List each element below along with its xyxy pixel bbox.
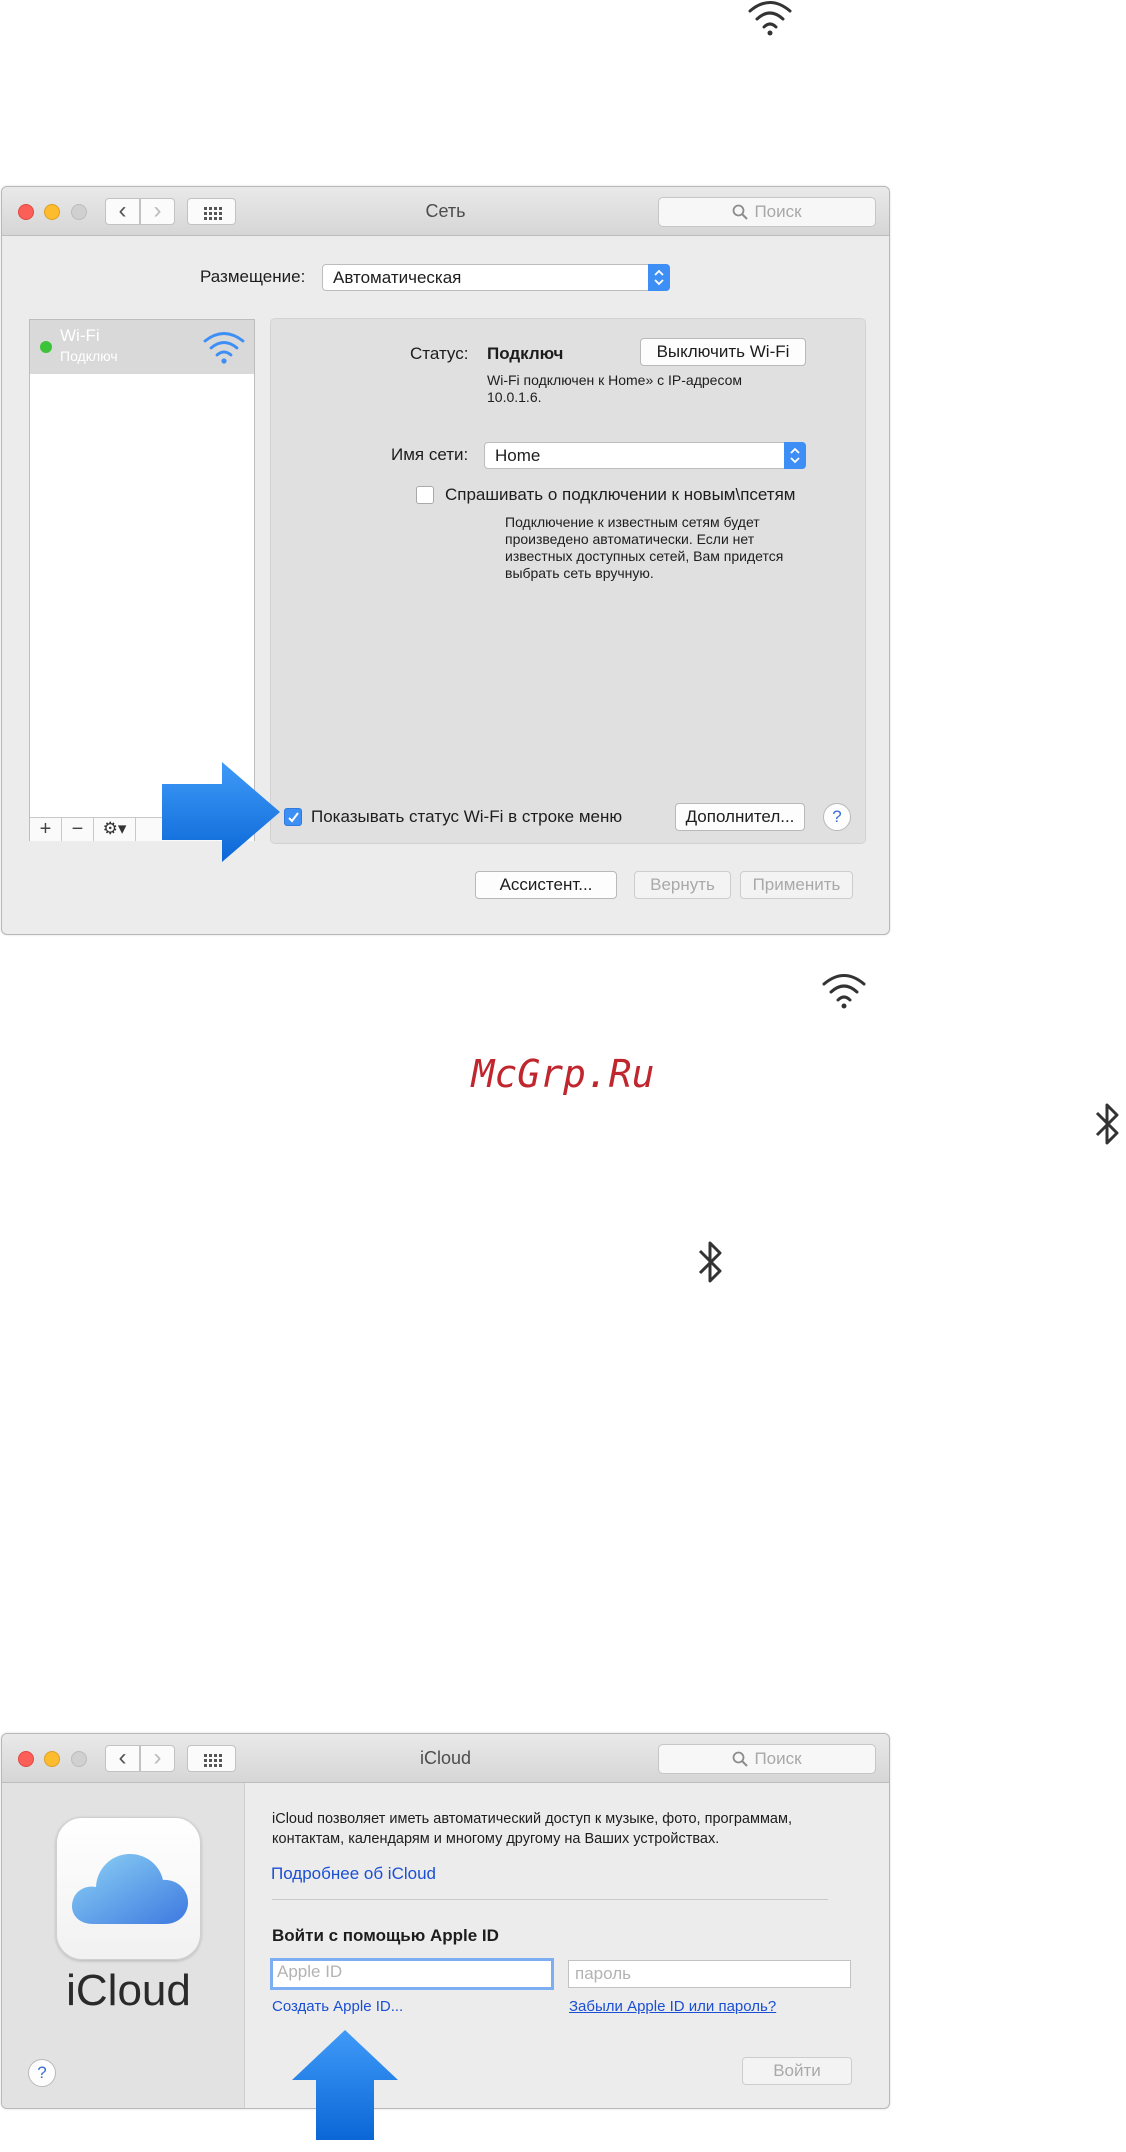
status-description-line: 10.0.1.6. <box>487 389 542 405</box>
sign-in-button[interactable]: Войти <box>742 2057 852 2085</box>
show-wifi-status-checkbox[interactable] <box>284 808 302 826</box>
plus-icon: + <box>39 818 52 840</box>
wifi-icon <box>822 974 866 1009</box>
title-bar: ‹ › Сеть Поиск <box>2 187 889 236</box>
show-wifi-status-label: Показывать статус Wi-Fi в строке меню <box>311 807 623 826</box>
description-line: известных доступных сетей, Вам придется <box>505 548 784 564</box>
apple-id-input[interactable]: Apple ID <box>270 1958 554 1990</box>
search-placeholder: Поиск <box>754 1749 802 1768</box>
learn-more-link[interactable]: Подробнее об iCloud <box>271 1864 436 1884</box>
action-menu-button[interactable]: ⚙▾ <box>94 818 136 841</box>
advanced-button[interactable]: Дополнител... <box>675 803 805 831</box>
wifi-icon <box>748 1 792 36</box>
apple-id-placeholder: Apple ID <box>277 1962 343 1981</box>
description-line: iCloud позволяет иметь автоматический до… <box>272 1811 792 1827</box>
arrow-right-icon <box>162 762 280 862</box>
service-name: Wi-Fi <box>60 326 100 345</box>
checkmark-icon <box>288 812 299 823</box>
search-input[interactable]: Поиск <box>658 1744 876 1774</box>
description-line: произведено автоматически. Если нет <box>505 531 755 547</box>
chevron-updown-icon <box>648 264 670 291</box>
icloud-app-name: iCloud <box>66 1966 191 2015</box>
description-line: Подключение к известным сетям будет <box>505 514 760 530</box>
add-service-button[interactable]: + <box>30 818 62 841</box>
icloud-preferences-window: ‹ › iCloud Поиск iCloud ? iCloud позволя… <box>1 1733 890 2109</box>
question-icon: ? <box>37 2063 47 2082</box>
forgot-apple-id-link[interactable]: Забыли Apple ID или пароль? <box>569 1998 776 2015</box>
assistant-button[interactable]: Ассистент... <box>475 871 617 899</box>
gear-icon: ⚙▾ <box>102 819 127 838</box>
icloud-app-icon <box>56 1817 201 1960</box>
description-line: выбрать сеть вручную. <box>505 565 654 581</box>
revert-button[interactable]: Вернуть <box>634 871 731 899</box>
minus-icon: − <box>71 818 84 840</box>
remove-service-button[interactable]: − <box>62 818 94 841</box>
divider <box>272 1899 828 1900</box>
arrow-up-icon <box>292 2030 398 2140</box>
service-status: Подключ <box>60 348 118 364</box>
watermark: McGrp.Ru <box>471 1052 655 1096</box>
ask-to-join-label: Спрашивать о подключении к новым\псетям <box>445 485 796 504</box>
service-item-wifi[interactable]: Wi-Fi Подключ <box>30 320 254 374</box>
search-icon <box>733 1751 749 1767</box>
status-description: Wi-Fi подключен к Home» с IP-адресом 10.… <box>487 372 742 406</box>
location-label: Размещение: <box>200 267 306 286</box>
search-input[interactable]: Поиск <box>658 197 876 227</box>
network-preferences-window: ‹ › Сеть Поиск Размещение: Автоматическа… <box>1 186 890 935</box>
search-placeholder: Поиск <box>754 202 802 221</box>
status-description-line: Wi-Fi подключен к Home» с IP-адресом <box>487 372 743 388</box>
wifi-icon <box>203 332 245 364</box>
network-name-label: Имя сети: <box>391 445 469 464</box>
status-dot <box>40 341 52 353</box>
network-name-value: Home <box>495 446 541 465</box>
password-placeholder: пароль <box>575 1964 631 1983</box>
title-bar: ‹ › iCloud Поиск <box>2 1734 889 1783</box>
sign-in-heading: Войти с помощью Apple ID <box>272 1926 499 1945</box>
location-value: Автоматическая <box>333 268 462 287</box>
bluetooth-icon <box>1095 1103 1119 1145</box>
icloud-description: iCloud позволяет иметь автоматический до… <box>272 1809 792 1849</box>
password-input[interactable]: пароль <box>568 1960 851 1988</box>
cloud-icon <box>71 1854 189 1924</box>
help-button[interactable]: ? <box>28 2059 56 2087</box>
location-select[interactable]: Автоматическая <box>322 264 670 291</box>
icloud-sidebar: iCloud ? <box>2 1783 245 2108</box>
create-apple-id-link[interactable]: Создать Apple ID... <box>272 1998 403 2015</box>
turn-off-wifi-button[interactable]: Выключить Wi-Fi <box>640 338 806 366</box>
status-value: Подключ <box>487 344 564 363</box>
bluetooth-icon <box>698 1241 722 1283</box>
network-name-select[interactable]: Home <box>484 442 806 469</box>
chevron-updown-icon <box>784 442 806 469</box>
description-line: контактам, календарям и многому другому … <box>272 1831 720 1847</box>
status-label: Статус: <box>410 344 469 363</box>
ask-to-join-checkbox[interactable] <box>416 486 434 504</box>
apply-button[interactable]: Применить <box>740 871 853 899</box>
question-icon: ? <box>832 807 842 826</box>
ask-to-join-description: Подключение к известным сетям будет прои… <box>505 514 783 582</box>
search-icon <box>733 204 749 220</box>
help-button[interactable]: ? <box>823 803 851 831</box>
detail-pane: Статус: Подключ Выключить Wi-Fi Wi-Fi по… <box>270 318 866 844</box>
